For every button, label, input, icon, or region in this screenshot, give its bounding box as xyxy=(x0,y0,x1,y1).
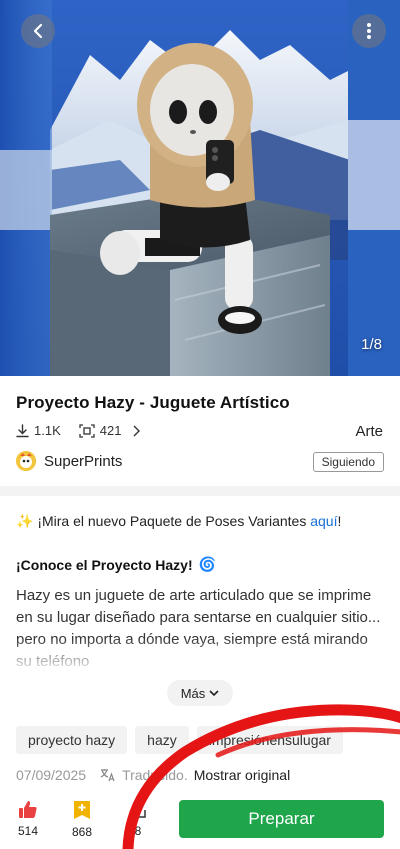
back-button[interactable] xyxy=(21,14,55,48)
translated-label: Traducido. xyxy=(122,767,188,783)
section-divider xyxy=(0,486,400,496)
download-icon xyxy=(16,423,29,437)
promo-link[interactable]: aquí xyxy=(310,513,337,529)
thumbs-up-icon xyxy=(19,801,37,818)
translate-icon xyxy=(100,769,115,782)
creator-row[interactable]: SuperPrints xyxy=(16,451,122,471)
description-heading: ¡Conoce el Proyecto Hazy! 🌀 xyxy=(16,556,216,573)
tag-chip[interactable]: hazy xyxy=(135,726,189,754)
description-heading-text: ¡Conoce el Proyecto Hazy! xyxy=(16,556,193,573)
prepare-button[interactable]: Preparar xyxy=(179,800,384,838)
share-icon xyxy=(130,800,146,818)
meta-row: 07/09/2025 Traducido. Mostrar original xyxy=(16,767,290,783)
promo-end: ! xyxy=(337,513,342,529)
boost-bookmark-icon xyxy=(74,801,90,819)
bottom-action-bar: 514 868 8 Preparar xyxy=(0,788,400,849)
share-count: 8 xyxy=(134,824,142,838)
show-original-link[interactable]: Mostrar original xyxy=(194,767,290,783)
like-count: 514 xyxy=(17,824,39,838)
downloads-count: 1.1K xyxy=(34,423,61,438)
chevron-down-icon xyxy=(209,689,219,696)
share-button[interactable]: 8 xyxy=(118,800,158,838)
model-photo xyxy=(0,0,400,376)
cyclone-icon: 🌀 xyxy=(198,556,217,572)
avatar-image xyxy=(16,451,36,471)
tag-list: proyecto hazy hazy impresiónensulugar xyxy=(16,726,343,754)
boost-button[interactable]: 868 xyxy=(62,800,102,839)
chevron-right-icon xyxy=(133,425,141,436)
model-stats: 1.1K 421 xyxy=(16,423,141,438)
publish-date: 07/09/2025 xyxy=(16,767,87,783)
description-fade xyxy=(0,638,400,672)
promo-text: ¡Mira el nuevo Paquete de Poses Variante… xyxy=(33,513,311,529)
category-label[interactable]: Arte xyxy=(355,423,383,440)
vertical-dots-icon xyxy=(367,23,371,39)
creator-name[interactable]: SuperPrints xyxy=(44,453,122,470)
photo-counter: 1/8 xyxy=(361,336,382,353)
promo-line: ✨ ¡Mira el nuevo Paquete de Poses Varian… xyxy=(16,513,341,530)
tag-chip[interactable]: proyecto hazy xyxy=(16,726,128,754)
more-options-button[interactable] xyxy=(352,14,386,48)
chevron-left-icon xyxy=(33,23,43,39)
tag-chip[interactable]: impresiónensulugar xyxy=(196,726,343,754)
model-title: Proyecto Hazy - Juguete Artístico xyxy=(16,393,290,412)
creator-avatar[interactable] xyxy=(16,451,36,471)
print-scan-icon xyxy=(79,423,95,438)
expand-description-button[interactable]: Más xyxy=(167,680,233,706)
following-button[interactable]: Siguiendo xyxy=(312,452,384,472)
sparkles-icon: ✨ xyxy=(16,513,34,529)
downloads-stat: 1.1K xyxy=(16,423,61,438)
prints-count: 421 xyxy=(99,423,122,438)
boost-count: 868 xyxy=(71,825,93,839)
prints-stat[interactable]: 421 xyxy=(79,423,141,438)
like-button[interactable]: 514 xyxy=(8,800,48,838)
expand-label: Más xyxy=(180,685,206,701)
model-photo-carousel[interactable]: 1/8 xyxy=(0,0,400,376)
